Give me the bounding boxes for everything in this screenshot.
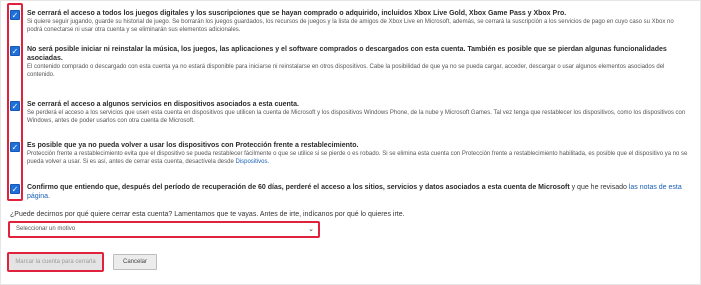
confirmation-body: Se perderá el acceso a los servicios que… — [27, 110, 686, 124]
mark-account-close-button[interactable]: Marcar la cuenta para cerrarla — [7, 252, 104, 272]
confirmation-body: Si quiere seguir jugando, guarde su hist… — [27, 19, 674, 33]
reason-select-value: Seleccionar un motivo — [16, 226, 76, 232]
confirmation-checkbox-content[interactable]: ✓ — [10, 46, 20, 56]
confirmation-title: Se cerrará el acceso a algunos servicios… — [27, 101, 299, 108]
confirmation-title: Es posible que ya no pueda volver a usar… — [27, 142, 359, 149]
confirmation-checkbox-reset-protection[interactable]: ✓ — [10, 142, 20, 152]
confirmation-final-text: Confirmo que entiendo que, después del p… — [27, 183, 690, 201]
confirmation-checkbox-devices[interactable]: ✓ — [10, 101, 20, 111]
confirmation-body-text: Protección frente a restablecimiento evi… — [27, 151, 688, 165]
confirmation-checkbox-final[interactable]: ✓ — [10, 184, 20, 194]
cancel-button[interactable]: Cancelar — [113, 254, 157, 270]
reason-select[interactable]: Seleccionar un motivo ⌄ — [8, 221, 320, 238]
reason-label: ¿Puede decirnos por qué quiere cerrar es… — [10, 211, 405, 218]
devices-link[interactable]: Dispositivos. — [235, 159, 269, 165]
confirmation-final-rest: y que he revisado — [569, 184, 627, 191]
confirmation-final-bold: Confirmo que entiendo que, después del p… — [27, 184, 570, 191]
confirmation-checkbox-games[interactable]: ✓ — [10, 10, 20, 20]
mark-account-close-label: Marcar la cuenta para cerrarla — [15, 259, 96, 265]
confirmation-title: No será posible iniciar ni reinstalar la… — [27, 46, 667, 62]
confirmation-body: El contenido comprado o descargado con e… — [27, 64, 665, 78]
confirmation-body: Protección frente a restablecimiento evi… — [27, 150, 690, 174]
chevron-down-icon: ⌄ — [308, 225, 314, 233]
confirmation-title: Se cerrará el acceso a todos los juegos … — [27, 10, 567, 17]
